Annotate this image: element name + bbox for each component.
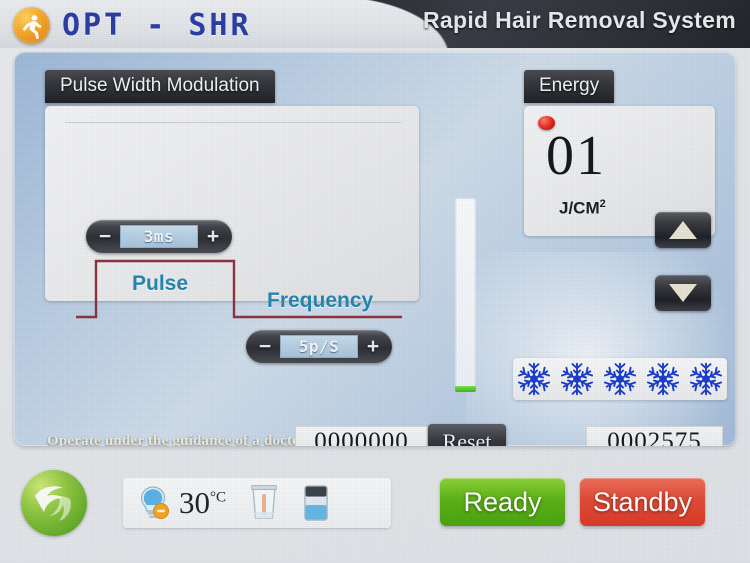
lamp-temperature-icon — [140, 486, 169, 519]
energy-unit-exponent: 2 — [599, 198, 606, 210]
snowflake-icon — [603, 362, 637, 396]
pulse-width-increase-button[interactable]: + — [203, 226, 223, 247]
pulse-width-decrease-button[interactable]: − — [95, 226, 115, 247]
snowflake-icon — [560, 362, 594, 396]
frequency-value[interactable]: 5p/S — [280, 335, 358, 358]
system-title: Rapid Hair Removal System — [422, 7, 736, 33]
temperature-value: 30°C — [179, 485, 226, 521]
snowflake-icon — [646, 362, 680, 396]
frequency-stepper[interactable]: − 5p/S + — [246, 330, 392, 363]
energy-unit-text: J/CM — [559, 198, 600, 218]
doctor-guidance-note: Operate under the guidance of a doctor — [47, 433, 307, 446]
standby-button[interactable]: Standby — [580, 478, 705, 526]
cooling-level-indicator[interactable] — [513, 358, 727, 400]
status-strip: 30°C — [123, 478, 391, 528]
app-header: OPT - SHR Rapid Hair Removal System — [0, 0, 750, 48]
triangle-up-icon — [669, 221, 697, 239]
brand-title: OPT - SHR — [62, 8, 252, 43]
level-gauge-fill — [455, 386, 476, 392]
energy-unit: J/CM2 — [559, 198, 606, 219]
energy-increase-button[interactable] — [655, 212, 711, 248]
frequency-waveform-label: Frequency — [267, 289, 374, 312]
pulse-waveform-label: Pulse — [132, 272, 189, 295]
pulse-width-stepper[interactable]: − 3ms + — [86, 220, 232, 253]
temperature-number: 30 — [179, 485, 210, 520]
coolant-tank-icon — [304, 485, 328, 521]
energy-section-title: Energy — [524, 70, 615, 103]
pwm-section-title: Pulse Width Modulation — [45, 70, 275, 103]
reset-button[interactable]: Reset — [428, 424, 506, 446]
total-counter: 0002575 — [586, 426, 723, 446]
snowflake-icon — [689, 362, 723, 396]
main-control-panel: Pulse Width Modulation − 3ms + Pulse Fre… — [14, 52, 736, 446]
water-glass-icon — [251, 485, 278, 519]
frequency-increase-button[interactable]: + — [363, 336, 383, 357]
shot-counter: 0000000 — [295, 426, 428, 446]
energy-value: 01 — [546, 125, 606, 187]
triangle-down-icon — [669, 284, 697, 302]
frequency-decrease-button[interactable]: − — [255, 336, 275, 357]
temperature-unit: °C — [210, 489, 227, 506]
pwm-divider — [65, 122, 401, 123]
pulse-width-value[interactable]: 3ms — [120, 225, 198, 248]
device-touchscreen: OPT - SHR Rapid Hair Removal System Puls… — [0, 0, 750, 563]
ready-button[interactable]: Ready — [440, 478, 565, 526]
snowflake-icon — [517, 362, 551, 396]
green-swirl-logo-icon — [21, 470, 87, 536]
runner-circle-icon — [13, 7, 50, 44]
level-gauge[interactable] — [455, 198, 476, 392]
energy-decrease-button[interactable] — [655, 275, 711, 311]
